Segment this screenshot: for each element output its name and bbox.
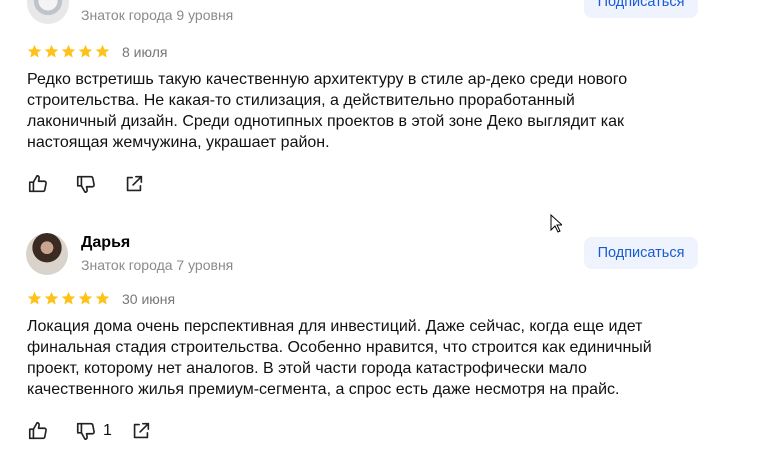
avatar[interactable]	[27, 0, 69, 24]
star-icon	[27, 44, 42, 58]
dislike-icon	[76, 422, 95, 441]
dislike-count: 1	[103, 422, 112, 439]
star-icon	[95, 291, 110, 305]
review-text: Локация дома очень перспективная для инв…	[27, 318, 652, 398]
review-actions: 1	[27, 420, 152, 442]
star-icon	[61, 291, 76, 305]
dislike-button[interactable]	[75, 173, 103, 195]
like-icon	[28, 174, 47, 193]
review-date: 30 июня	[122, 291, 176, 307]
star-icon	[95, 44, 110, 58]
star-icon	[78, 291, 93, 305]
review-text: Редко встретишь такую качественную архит…	[27, 71, 628, 151]
star-icon	[44, 44, 59, 58]
like-icon	[28, 421, 47, 440]
subscribe-button[interactable]: Подписаться	[584, 237, 698, 269]
share-icon	[133, 422, 150, 439]
author-name[interactable]: Дарья	[81, 234, 130, 252]
rating-stars	[27, 291, 110, 306]
review-date: 8 июля	[122, 44, 168, 60]
star-icon	[61, 44, 76, 58]
author-level: Знаток города 7 уровня	[81, 257, 234, 273]
like-button[interactable]	[27, 173, 49, 195]
mouse-cursor-icon	[550, 214, 562, 233]
rating-stars	[27, 44, 110, 59]
share-icon	[126, 175, 143, 192]
dislike-icon	[76, 175, 95, 194]
star-icon	[78, 44, 93, 58]
subscribe-button[interactable]: Подписаться	[584, 0, 698, 18]
share-button[interactable]	[130, 420, 152, 442]
dislike-button[interactable]: 1	[75, 420, 112, 442]
like-button[interactable]	[27, 420, 49, 442]
author-level: Знаток города 9 уровня	[81, 7, 234, 23]
avatar[interactable]	[26, 233, 68, 275]
star-icon	[27, 291, 42, 305]
review-actions	[27, 173, 145, 195]
share-button[interactable]	[123, 173, 145, 195]
star-icon	[44, 291, 59, 305]
